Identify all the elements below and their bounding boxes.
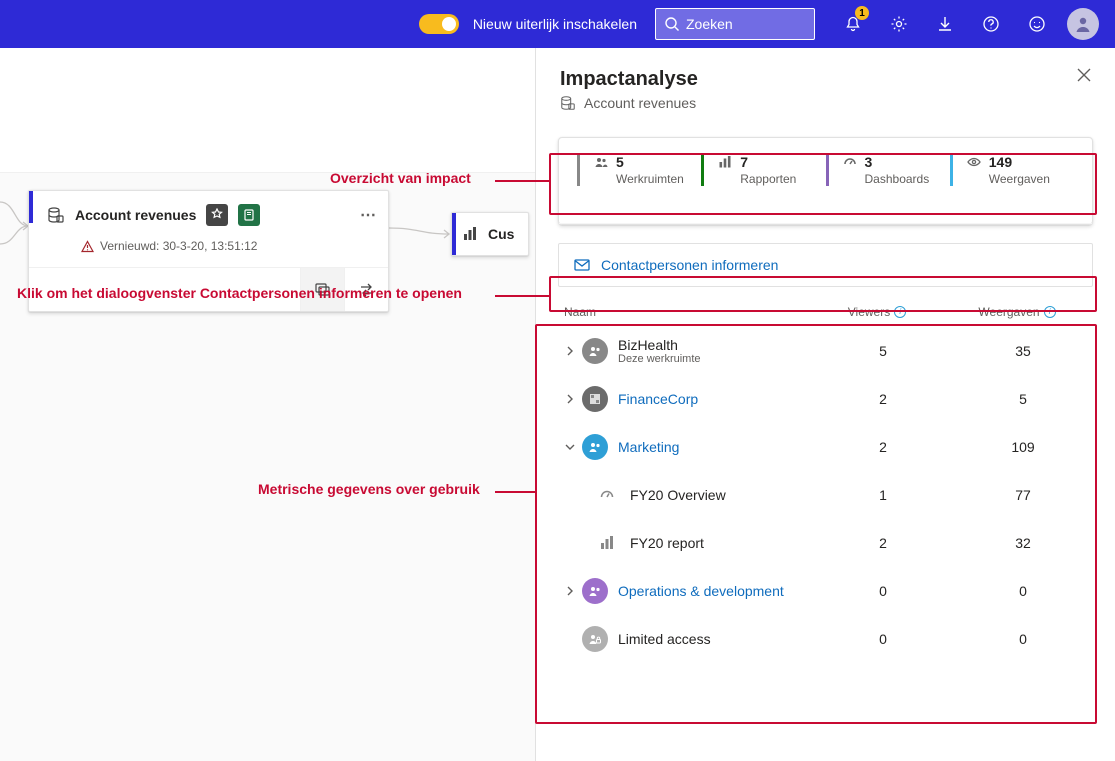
col-name: Naam	[564, 305, 807, 319]
download-icon	[936, 15, 954, 33]
downstream-card[interactable]: Cus	[451, 212, 529, 256]
info-icon[interactable]: i	[894, 306, 906, 318]
source-badge	[238, 204, 260, 226]
help-icon	[982, 15, 1000, 33]
report-icon	[718, 155, 732, 169]
workspace-icon	[582, 578, 608, 604]
top-bar: Nieuw uiterlijk inschakelen Zoeken 1	[0, 0, 1115, 48]
person-icon	[1073, 14, 1093, 34]
chevron-down-icon	[565, 442, 575, 452]
impact-summary-card: 5 Werkruimten 7 Rapporten 3 Dashboards	[558, 137, 1093, 225]
table-row[interactable]: Operations & development 0 0	[558, 567, 1093, 615]
mail-icon	[573, 256, 591, 274]
dashboard-icon	[594, 482, 620, 508]
warning-icon	[81, 240, 94, 253]
feedback-button[interactable]	[1017, 0, 1057, 48]
expand-toggle[interactable]	[558, 442, 582, 452]
expand-toggle[interactable]	[558, 394, 582, 404]
table-row[interactable]: Marketing 2 109	[558, 423, 1093, 471]
workspace-icon	[582, 338, 608, 364]
lineage-arrow	[389, 218, 453, 242]
search-placeholder: Zoeken	[686, 16, 733, 32]
summary-workspaces: 5 Werkruimten	[577, 154, 701, 186]
limited-icon	[582, 626, 608, 652]
dataset-title: Account revenues	[75, 207, 196, 223]
close-icon	[1077, 68, 1091, 82]
downstream-card-label: Cus	[488, 226, 514, 242]
col-views: Weergaveni	[947, 305, 1087, 319]
notify-contacts-label: Contactpersonen informeren	[601, 257, 778, 273]
dataset-icon	[560, 95, 576, 111]
notification-badge: 1	[855, 6, 869, 20]
notifications-button[interactable]: 1	[833, 0, 873, 48]
info-icon[interactable]: i	[1044, 306, 1056, 318]
card-refresh-time: Vernieuwd: 30-3-20, 13:51:12	[100, 239, 257, 253]
gear-icon	[890, 15, 908, 33]
usage-table-header: Naam Viewersi Weergaveni	[558, 305, 1093, 327]
callout-line	[495, 491, 535, 493]
callout-line	[495, 180, 549, 182]
chevron-right-icon	[565, 586, 575, 596]
card-more-button[interactable]: ⋯	[360, 205, 376, 225]
expand-toggle	[558, 346, 582, 356]
help-button[interactable]	[971, 0, 1011, 48]
table-row[interactable]: BizHealthDeze werkruimte 5 35	[558, 327, 1093, 375]
report-icon	[462, 226, 478, 242]
search-icon	[664, 16, 680, 32]
table-row: Limited access 0 0	[558, 615, 1093, 663]
lineage-arrow	[0, 198, 30, 248]
impact-panel: Impactanalyse Account revenues 5 Werkrui…	[535, 48, 1115, 761]
summary-reports: 7 Rapporten	[701, 154, 825, 186]
eye-icon	[967, 155, 981, 169]
new-look-label: Nieuw uiterlijk inschakelen	[473, 16, 637, 32]
table-row[interactable]: FY20 report 2 32	[558, 519, 1093, 567]
table-row[interactable]: FinanceCorp 2 5	[558, 375, 1093, 423]
workspace-icon	[582, 434, 608, 460]
panel-title: Impactanalyse	[560, 68, 698, 91]
summary-views: 149 Weergaven	[950, 154, 1074, 186]
chevron-right-icon	[565, 394, 575, 404]
panel-close-button[interactable]	[1077, 68, 1091, 82]
callout-notify: Klik om het dialoogvenster Contactperson…	[17, 285, 462, 301]
usage-table-body: BizHealthDeze werkruimte 5 35 FinanceCor…	[558, 327, 1093, 663]
report-icon	[594, 530, 620, 556]
account-avatar[interactable]	[1067, 8, 1099, 40]
settings-button[interactable]	[879, 0, 919, 48]
notify-contacts-button[interactable]: Contactpersonen informeren	[558, 243, 1093, 287]
workspace-icon	[582, 386, 608, 412]
download-button[interactable]	[925, 0, 965, 48]
chevron-right-icon	[565, 346, 575, 356]
summary-dashboards: 3 Dashboards	[826, 154, 950, 186]
table-row[interactable]: FY20 Overview 1 77	[558, 471, 1093, 519]
expand-toggle[interactable]	[558, 586, 582, 596]
new-look-toggle[interactable]	[419, 14, 459, 34]
dataset-icon	[47, 206, 65, 224]
col-viewers: Viewersi	[807, 305, 947, 319]
panel-subtitle: Account revenues	[584, 95, 696, 111]
dashboard-icon	[843, 155, 857, 169]
endorsement-badge	[206, 204, 228, 226]
callout-usage: Metrische gegevens over gebruik	[258, 481, 480, 497]
callout-overview: Overzicht van impact	[330, 170, 471, 186]
callout-line	[495, 295, 549, 297]
search-input[interactable]: Zoeken	[655, 8, 815, 40]
smile-icon	[1028, 15, 1046, 33]
people-icon	[594, 155, 608, 169]
